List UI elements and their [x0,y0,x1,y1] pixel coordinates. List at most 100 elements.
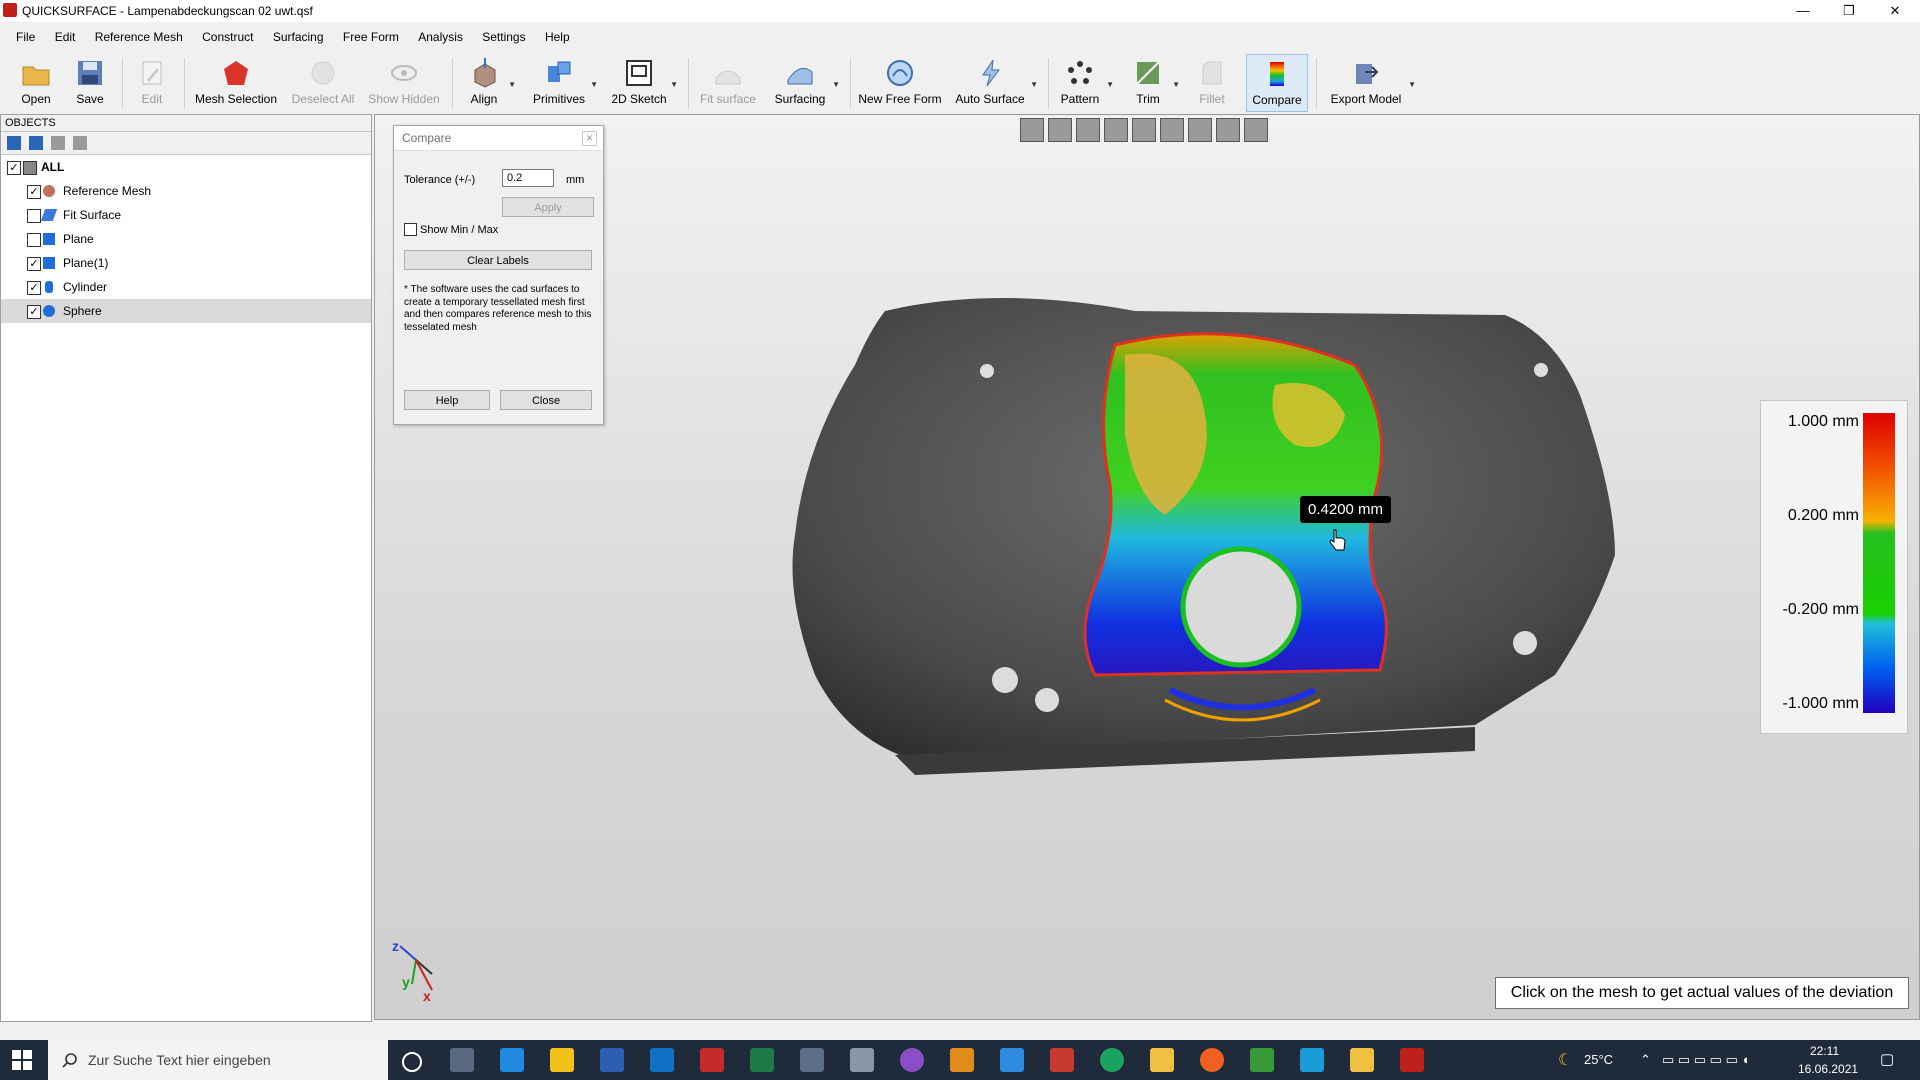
view-top-icon[interactable] [1160,118,1184,142]
export-model-button[interactable]: Export Model ▼ [1326,54,1416,110]
quicksurface-taskbar-icon[interactable] [1400,1048,1424,1072]
chevron-down-icon[interactable]: ▼ [1408,80,1416,89]
excel-icon[interactable] [750,1048,774,1072]
minimize-button[interactable]: — [1780,0,1826,22]
tree-view-icon[interactable] [29,136,43,150]
close-window-button[interactable]: ✕ [1872,0,1918,22]
menu-settings[interactable]: Settings [474,28,533,46]
app-icon[interactable] [950,1048,974,1072]
menu-free-form[interactable]: Free Form [335,28,407,46]
new-free-form-button[interactable]: New Free Form [858,54,942,110]
menu-surfacing[interactable]: Surfacing [265,28,332,46]
surfacing-button[interactable]: Surfacing ▼ [770,54,840,110]
checkbox[interactable]: ✓ [27,305,41,319]
apply-button[interactable]: Apply [502,197,594,217]
view-iso-icon[interactable] [1216,118,1240,142]
chevron-down-icon[interactable]: ▼ [1172,80,1180,89]
zoom-fit-icon[interactable] [1020,118,1044,142]
show-hidden-button[interactable]: Show Hidden [366,54,442,110]
view-left-icon[interactable] [1104,118,1128,142]
deselect-all-button[interactable]: Deselect All [288,54,358,110]
chevron-up-icon[interactable]: ⌃ [1640,1052,1651,1068]
auto-surface-button[interactable]: Auto Surface ▼ [952,54,1038,110]
checkbox[interactable]: ✓ [27,257,41,271]
tolerance-input[interactable] [502,169,554,187]
notification-icon[interactable]: ▢ [1880,1050,1894,1068]
tree-item-cylinder[interactable]: ✓ Cylinder [1,275,371,299]
help-button[interactable]: Help [404,390,490,410]
compare-button[interactable]: Compare [1246,54,1308,112]
view-axes-icon[interactable] [1244,118,1268,142]
tree-item-sphere[interactable]: ✓ Sphere [1,299,371,323]
view-back-icon[interactable] [1076,118,1100,142]
app-icon[interactable] [800,1048,824,1072]
chevron-down-icon[interactable]: ▼ [670,80,678,89]
menu-edit[interactable]: Edit [47,28,84,46]
app-icon[interactable] [850,1048,874,1072]
3d-viewport[interactable] [374,114,1920,1020]
task-view-icon[interactable] [450,1048,474,1072]
clear-labels-button[interactable]: Clear Labels [404,250,592,270]
checkbox[interactable]: ✓ [27,281,41,295]
tree-item-plane-1[interactable]: ✓ Plane(1) [1,251,371,275]
chevron-down-icon[interactable]: ▼ [1106,80,1114,89]
edit-button[interactable]: Edit [130,54,174,110]
menu-reference-mesh[interactable]: Reference Mesh [87,28,191,46]
temperature[interactable]: 25°C [1584,1052,1613,1067]
view-right-icon[interactable] [1132,118,1156,142]
chevron-down-icon[interactable]: ▼ [590,80,598,89]
primitives-button[interactable]: Primitives ▼ [530,54,598,110]
tree-item-plane[interactable]: Plane [1,227,371,251]
chrome-icon[interactable] [1100,1048,1124,1072]
mesh-selection-button[interactable]: Mesh Selection [192,54,280,110]
tree-item-all[interactable]: ✓ ALL [1,155,371,179]
app-icon[interactable] [1000,1048,1024,1072]
2d-sketch-button[interactable]: 2D Sketch ▼ [610,54,678,110]
fillet-button[interactable]: Fillet [1190,54,1234,110]
close-icon[interactable]: ✕ [582,131,597,146]
show-min-max-checkbox[interactable] [404,223,417,236]
app-icon[interactable] [1050,1048,1074,1072]
chevron-down-icon[interactable]: ▼ [508,80,516,89]
trim-button[interactable]: Trim ▼ [1126,54,1180,110]
restore-button[interactable]: ❐ [1826,0,1872,22]
save-button[interactable]: Save [68,54,112,110]
tree-item-fit-surface[interactable]: Fit Surface [1,203,371,227]
menu-construct[interactable]: Construct [194,28,261,46]
windows-start-icon[interactable] [12,1050,32,1070]
view-bottom-icon[interactable] [1188,118,1212,142]
align-button[interactable]: Align ▼ [462,54,516,110]
tree-item-reference-mesh[interactable]: ✓ Reference Mesh [1,179,371,203]
file-explorer-icon[interactable] [1150,1048,1174,1072]
clock-date[interactable]: 16.06.2021 [1798,1062,1858,1076]
app-icon[interactable] [1250,1048,1274,1072]
clock-time[interactable]: 22:11 [1810,1044,1839,1058]
app-icon[interactable] [700,1048,724,1072]
fit-surface-button[interactable]: Fit surface [696,54,760,110]
taskbar-search[interactable]: Zur Suche Text hier eingeben [48,1040,388,1080]
chevron-down-icon[interactable]: ▼ [832,80,840,89]
checkbox[interactable]: ✓ [27,185,41,199]
app-icon[interactable] [900,1048,924,1072]
pattern-button[interactable]: Pattern ▼ [1056,54,1114,110]
view-front-icon[interactable] [1048,118,1072,142]
word-icon[interactable] [600,1048,624,1072]
folder-icon[interactable] [1350,1048,1374,1072]
app-icon[interactable] [1300,1048,1324,1072]
menu-file[interactable]: File [0,28,43,46]
checkbox[interactable] [27,233,41,247]
app-icon[interactable] [500,1048,524,1072]
tray-icons[interactable]: ▭ ▭ ▭ ▭ ▭ ◖ [1662,1052,1749,1068]
cortana-icon[interactable] [402,1052,422,1072]
mesh-render[interactable] [375,115,1919,1019]
checkbox[interactable]: ✓ [7,161,21,175]
outlook-icon[interactable] [650,1048,674,1072]
open-button[interactable]: Open [14,54,58,110]
chevron-down-icon[interactable]: ▼ [1030,80,1038,89]
list-view-icon[interactable] [7,136,21,150]
play-icon[interactable] [51,136,65,150]
app-icon[interactable] [1200,1048,1224,1072]
menu-help[interactable]: Help [537,28,578,46]
close-button[interactable]: Close [500,390,592,410]
app-icon[interactable] [550,1048,574,1072]
